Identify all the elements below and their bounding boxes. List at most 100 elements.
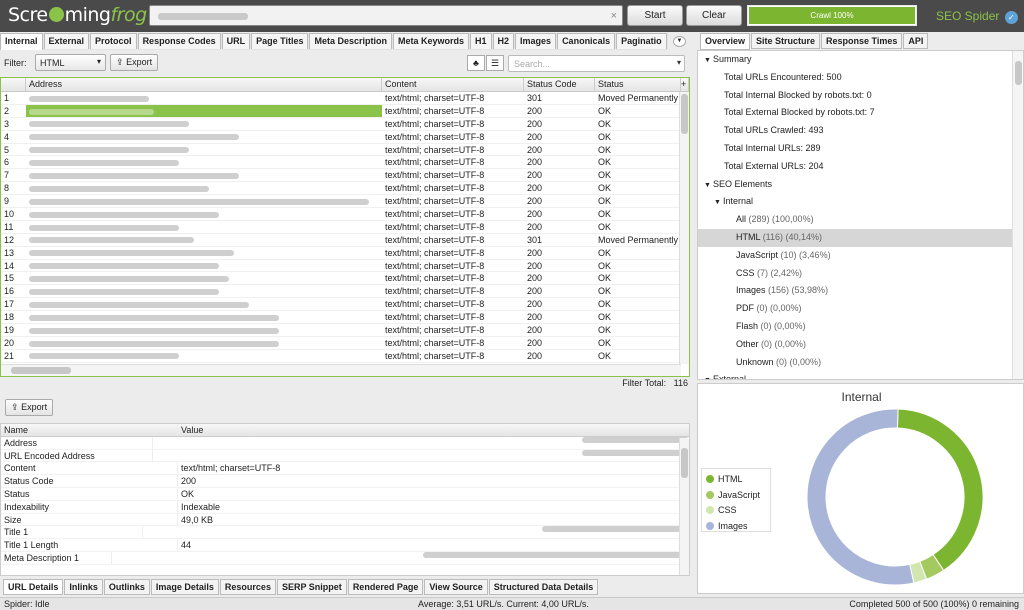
tab-url-details[interactable]: URL Details [3,579,64,595]
detail-row[interactable]: Size 49,0 KB [1,513,689,527]
tree-node[interactable]: JavaScript (10) (3,46%) [698,247,1023,265]
search-input[interactable]: Search... ▾ [508,55,685,72]
tree-node[interactable]: Total External Blocked by robots.txt: 7 [698,104,1023,122]
tab-canonicals[interactable]: Canonicals [557,33,616,49]
col-index[interactable] [1,78,26,91]
table-row[interactable]: 20 text/html; charset=UTF-8 200 OK [1,337,689,350]
donut-slice-html[interactable] [896,408,984,572]
tab-view-source[interactable]: View Source [424,579,488,595]
tab-protocol[interactable]: Protocol [90,33,137,49]
table-row[interactable]: 5 text/html; charset=UTF-8 200 OK [1,144,689,157]
tree-node[interactable]: ▼ Summary [698,51,1023,69]
tree-scrollbar[interactable] [1012,51,1023,379]
expand-triangle-icon[interactable]: ▼ [704,372,713,379]
tree-node[interactable]: ▼ Internal [698,193,1023,211]
tab-response-codes[interactable]: Response Codes [137,33,221,49]
detail-row[interactable]: Title 1 [1,526,689,540]
detail-row[interactable]: Status OK [1,487,689,501]
expand-triangle-icon[interactable]: ▼ [704,52,713,70]
table-row[interactable]: 15 text/html; charset=UTF-8 200 OK [1,272,689,286]
tab-inlinks[interactable]: Inlinks [64,579,103,595]
tab-response-times[interactable]: Response Times [821,33,903,49]
export-button[interactable]: ⇪ Export [110,54,159,71]
table-row[interactable]: 12 text/html; charset=UTF-8 301 Moved Perma… [1,234,689,247]
tab-page-titles[interactable]: Page Titles [251,33,309,49]
detail-row[interactable]: Title 1 Length 44 [1,539,689,552]
table-row[interactable]: 13 text/html; charset=UTF-8 200 OK [1,247,689,260]
details-export-button[interactable]: ⇪ Export [5,399,54,416]
detail-row[interactable]: Content text/html; charset=UTF-8 [1,462,689,476]
tab-meta-keywords[interactable]: Meta Keywords [392,33,469,49]
tree-node[interactable]: ▼ SEO Elements [698,176,1023,194]
tree-node[interactable]: Flash (0) (0,00%) [698,318,1023,336]
tree-node[interactable]: Unknown (0) (0,00%) [698,354,1023,372]
col-address[interactable]: Address [26,78,382,91]
table-row[interactable]: 17 text/html; charset=UTF-8 200 OK [1,298,689,312]
expand-triangle-icon[interactable]: ▼ [704,177,713,195]
table-row[interactable]: 21 text/html; charset=UTF-8 200 OK [1,350,689,363]
detail-row[interactable]: URL Encoded Address [1,449,689,463]
tab-site-structure[interactable]: Site Structure [751,33,821,49]
table-row[interactable]: 8 text/html; charset=UTF-8 200 OK [1,182,689,196]
tab-h1[interactable]: H1 [470,33,492,49]
tab-h2[interactable]: H2 [492,33,515,49]
start-button[interactable]: Start [627,5,683,26]
detail-row[interactable]: Address [1,436,689,450]
table-row[interactable]: 19 text/html; charset=UTF-8 200 OK [1,324,689,337]
tree-node[interactable]: All (289) (100,00%) [698,211,1023,229]
tab-paginatio[interactable]: Paginatio [616,33,667,49]
donut-slice-images[interactable] [806,408,915,586]
detail-row[interactable]: Indexability Indexable [1,500,689,514]
tab-rendered-page[interactable]: Rendered Page [347,579,424,595]
tree-node[interactable]: Images (156) (53,98%) [698,282,1023,300]
table-row[interactable]: 10 text/html; charset=UTF-8 200 OK [1,208,689,221]
tab-meta-description[interactable]: Meta Description [309,33,392,49]
table-horizontal-scrollbar[interactable] [1,364,681,376]
table-row[interactable]: 9 text/html; charset=UTF-8 200 OK [1,195,689,209]
clear-button[interactable]: Clear [686,5,742,26]
tree-node[interactable]: PDF (0) (0,00%) [698,300,1023,318]
expand-triangle-icon[interactable]: ▼ [714,194,723,212]
clear-url-icon[interactable]: × [611,10,617,22]
table-row[interactable]: 7 text/html; charset=UTF-8 200 OK [1,169,689,183]
col-content[interactable]: Content [382,78,524,91]
col-status-code[interactable]: Status Code [524,78,595,91]
add-column-icon[interactable]: + [681,78,689,91]
details-scrollbar[interactable] [679,438,689,575]
table-row[interactable]: 16 text/html; charset=UTF-8 200 OK [1,285,689,299]
chevron-down-icon[interactable]: ▾ [677,58,681,67]
tab-resources[interactable]: Resources [219,579,276,595]
tab-external[interactable]: External [43,33,90,49]
table-row[interactable]: 1 text/html; charset=UTF-8 301 Moved Perman… [1,92,689,105]
tree-node[interactable]: Total External URLs: 204 [698,158,1023,176]
table-row[interactable]: 2 text/html; charset=UTF-8 200 OK [1,104,689,118]
tab-images[interactable]: Images [515,33,557,49]
col-status[interactable]: Status [595,78,681,91]
tree-node[interactable]: Total URLs Crawled: 493 [698,122,1023,140]
tree-view-icon[interactable]: ♣ [467,55,485,71]
url-input[interactable]: × [149,5,623,26]
table-row[interactable]: 11 text/html; charset=UTF-8 200 OK [1,221,689,234]
tree-node[interactable]: Total Internal Blocked by robots.txt: 0 [698,87,1023,105]
tab-image-details[interactable]: Image Details [150,579,219,595]
tree-node[interactable]: CSS (7) (2,42%) [698,265,1023,283]
tree-node[interactable]: Total Internal URLs: 289 [698,140,1023,158]
detail-row[interactable]: Meta Description 1 [1,551,689,565]
tree-node[interactable]: Total URLs Encountered: 500 [698,69,1023,87]
tab-outlinks[interactable]: Outlinks [103,579,150,595]
filter-select[interactable]: HTML ▾ [35,54,106,71]
table-row[interactable]: 4 text/html; charset=UTF-8 200 OK [1,131,689,144]
table-row[interactable]: 6 text/html; charset=UTF-8 200 OK [1,156,689,170]
tab-internal[interactable]: Internal [0,33,43,50]
tab-serp-snippet[interactable]: SERP Snippet [276,579,347,595]
tree-node[interactable]: Other (0) (0,00%) [698,336,1023,354]
tree-node[interactable]: HTML (116) (40,14%) [698,228,1023,247]
table-vertical-scrollbar[interactable] [679,92,689,364]
detail-row[interactable]: Status Code 200 [1,475,689,488]
table-row[interactable]: 14 text/html; charset=UTF-8 200 OK [1,260,689,273]
tab-structured-data-details[interactable]: Structured Data Details [488,579,599,595]
tab-overview[interactable]: Overview [700,33,751,50]
table-row[interactable]: 3 text/html; charset=UTF-8 200 OK [1,118,689,131]
table-row[interactable]: 18 text/html; charset=UTF-8 200 OK [1,311,689,325]
tree-node[interactable]: ▼External [698,371,1023,379]
